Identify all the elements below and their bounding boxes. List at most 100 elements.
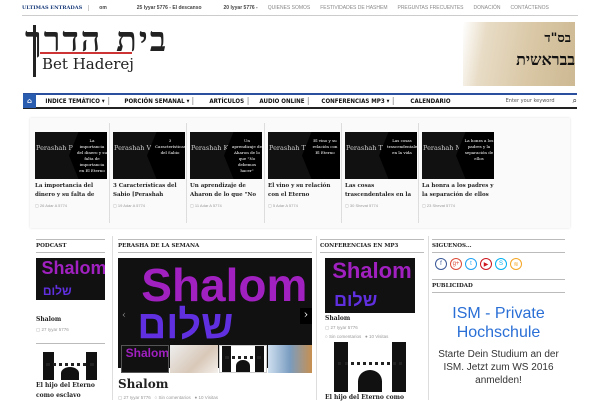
ticker-item[interactable]: om [99,5,107,11]
home-icon[interactable]: ⌂ [23,94,36,108]
image-text: Las cosas trascendentales en la vida [379,132,417,179]
nav-indice[interactable]: INDICE TEMÁTICO ▾ [42,97,109,105]
nav-articulos[interactable]: ARTÍCULOS [206,97,249,105]
banner-text: בס"ד [544,31,571,46]
image-text: El vino y su relación con El Eterno [302,132,340,179]
column-divider [112,236,113,400]
logo-rule [40,52,132,54]
image-text: La importancia del dinero y su falta de … [69,132,107,179]
card-title[interactable]: El vino y su relación con el Eterno [268,182,340,200]
card-divider [186,123,187,223]
conferencias-meta: ○ Sin comentarios ● 10 Visitas [325,334,389,339]
header-banner-image: בס"ד בבראשית [463,22,575,86]
podcast-item-title[interactable]: Shalom [36,316,61,323]
card-date: ▢ 26 Adar A 5774 [35,203,68,208]
podcast-header: PODCAST [36,239,105,253]
image-text: Un aprendizaje de Aharon de lo que "No d… [224,132,262,179]
skype-icon[interactable]: S [495,258,507,270]
slider-card[interactable]: Perashah Terumah Las cosas trascendentale… [345,132,417,208]
slider-next-icon[interactable]: › [300,308,312,324]
image-text: שלום [137,303,234,347]
slider-card[interactable]: Perashah Mishpatim La honra a los padres … [422,132,494,208]
card-image[interactable]: Perashah Pecude La importancia del dinero… [35,132,107,179]
card-divider [264,123,265,223]
featured-slider: Perashah Pecude La importancia del dinero… [30,118,570,228]
card-title[interactable]: La honra a los padres y la separación de… [422,182,494,200]
card-title[interactable]: La importancia del dinero y su falta de [35,182,107,200]
nav-conferencias[interactable]: CONFERENCIAS MP3 ▾ [318,97,394,105]
youtube-icon[interactable]: ▶ [480,258,492,270]
podcast-item-image[interactable] [40,352,100,380]
thumb[interactable]: Shalom [121,345,169,373]
image-text: שלום [42,284,72,298]
publicidad-header: PUBLICIDAD [432,279,565,293]
perasha-meta: ▢ 27 Iyyar 5776 ○ Sin comentarios ● 10 V… [118,395,218,400]
thumb[interactable] [219,345,267,373]
search-input[interactable]: Enter your keyword [506,98,555,104]
card-image[interactable]: Perashah Ki tisa Un aprendizaje de Aharon… [190,132,262,179]
ad-title[interactable]: ISM - Private Hochschule [432,304,565,342]
siguenos-header: SIGUENOS... [432,239,565,253]
ad-text: Starte Dein Studium an der ISM. Jetzt zu… [438,349,559,386]
twitter-icon[interactable]: t [465,258,477,270]
image-text: Shalom [41,258,105,278]
perasha-title[interactable]: Shalom [118,377,168,391]
podcast-image[interactable]: Shalom שלום [36,258,105,300]
card-title[interactable]: Un aprendizaje de Aharon de lo que "No [190,182,262,200]
card-title[interactable]: Las cosas trascendentales en la [345,182,417,200]
card-image[interactable]: Perashah Terumah Las cosas trascendentale… [345,132,417,179]
rss-icon[interactable]: ≋ [510,258,522,270]
nav-porcion[interactable]: PORCIÓN SEMANAL ▾ [121,97,194,105]
card-date: ▢ 30 Shevat 5774 [345,203,378,208]
card-date: ▢ 19 Adar A 5774 [113,203,146,208]
latest-entries-label: ULTIMAS ENTRADAS [22,4,90,11]
card-divider [341,123,342,223]
ticker-item[interactable]: 20 Iyyar 5776 - [224,5,258,11]
search-box[interactable]: Enter your keyword ⌕ [506,96,577,106]
podcast-item-date: ▢ 27 Iyyar 5776 [36,327,69,332]
card-date: ▢ 23 Shevat 5774 [422,203,455,208]
top-bar: ULTIMAS ENTRADAS om 25 Iyyar 5776 - El d… [22,0,578,16]
card-divider [418,123,419,223]
banner-text: בבראשית [516,50,575,69]
column-divider [316,236,317,400]
google-plus-icon[interactable]: g+ [450,258,462,270]
image-text: La honra a los padres y la separación de… [456,132,494,179]
top-link-festividades[interactable]: FESTIVIDADES DE HASHEM [320,5,387,11]
slider-card[interactable]: Perashah Tetzaveh El vino y su relación c… [268,132,340,208]
card-image[interactable]: Perashah Mishpatim La honra a los padres … [422,132,494,179]
thumb[interactable] [268,345,312,373]
logo-hebrew: בית הדרך [25,20,169,60]
divider [36,343,105,344]
image-text: שלום [334,290,378,310]
card-image[interactable]: Perashah Vaiakhel 3 Características del S… [113,132,185,179]
conferencias-image[interactable]: Shalom שלום [325,258,415,313]
advertisement[interactable]: ISM - Private Hochschule Starte Dein Stu… [432,300,565,400]
facebook-icon[interactable]: f [435,258,447,270]
logo-name: Bet Haderej [42,55,134,73]
card-date: ▢ 11 Adar A 5774 [190,203,222,208]
column-divider [428,236,429,400]
nav-audio[interactable]: AUDIO ONLINE [256,97,309,105]
nav-calendario[interactable]: CALENDARIO [407,97,454,105]
ticker-item[interactable]: 25 Iyyar 5776 - El descanso [137,5,202,11]
conferencias-item-image[interactable] [330,342,410,392]
top-link-preguntas[interactable]: PREGUNTAS FRECUENTES [397,5,463,11]
slider-card[interactable]: Perashah Vaiakhel 3 Características del S… [113,132,185,208]
main-nav: ⌂ INDICE TEMÁTICO ▾ PORCIÓN SEMANAL ▾ AR… [23,93,577,109]
top-link-donacion[interactable]: DONACIÓN [474,5,501,11]
podcast-item-title[interactable]: El hijo del Eterno como esclavo [36,381,106,401]
slider-card[interactable]: Perashah Pecude La importancia del dinero… [35,132,107,208]
search-icon[interactable]: ⌕ [573,96,577,106]
image-text: 3 Características del Sabio [147,132,185,179]
top-link-contactenos[interactable]: CONTÁCTENOS [510,5,548,11]
slider-card[interactable]: Perashah Ki tisa Un aprendizaje de Aharon… [190,132,262,208]
card-date: ▢ 5 Adar A 5774 [268,203,298,208]
card-image[interactable]: Perashah Tetzaveh El vino y su relación c… [268,132,340,179]
card-divider [109,123,110,223]
slider-prev-icon[interactable]: ‹ [122,310,126,321]
top-link-quienes[interactable]: QUIENES SOMOS [268,5,311,11]
card-title[interactable]: 3 Características del Sabio [Perashah [113,182,185,200]
thumb[interactable] [170,345,218,373]
conferencias-title[interactable]: Shalom [325,315,350,322]
